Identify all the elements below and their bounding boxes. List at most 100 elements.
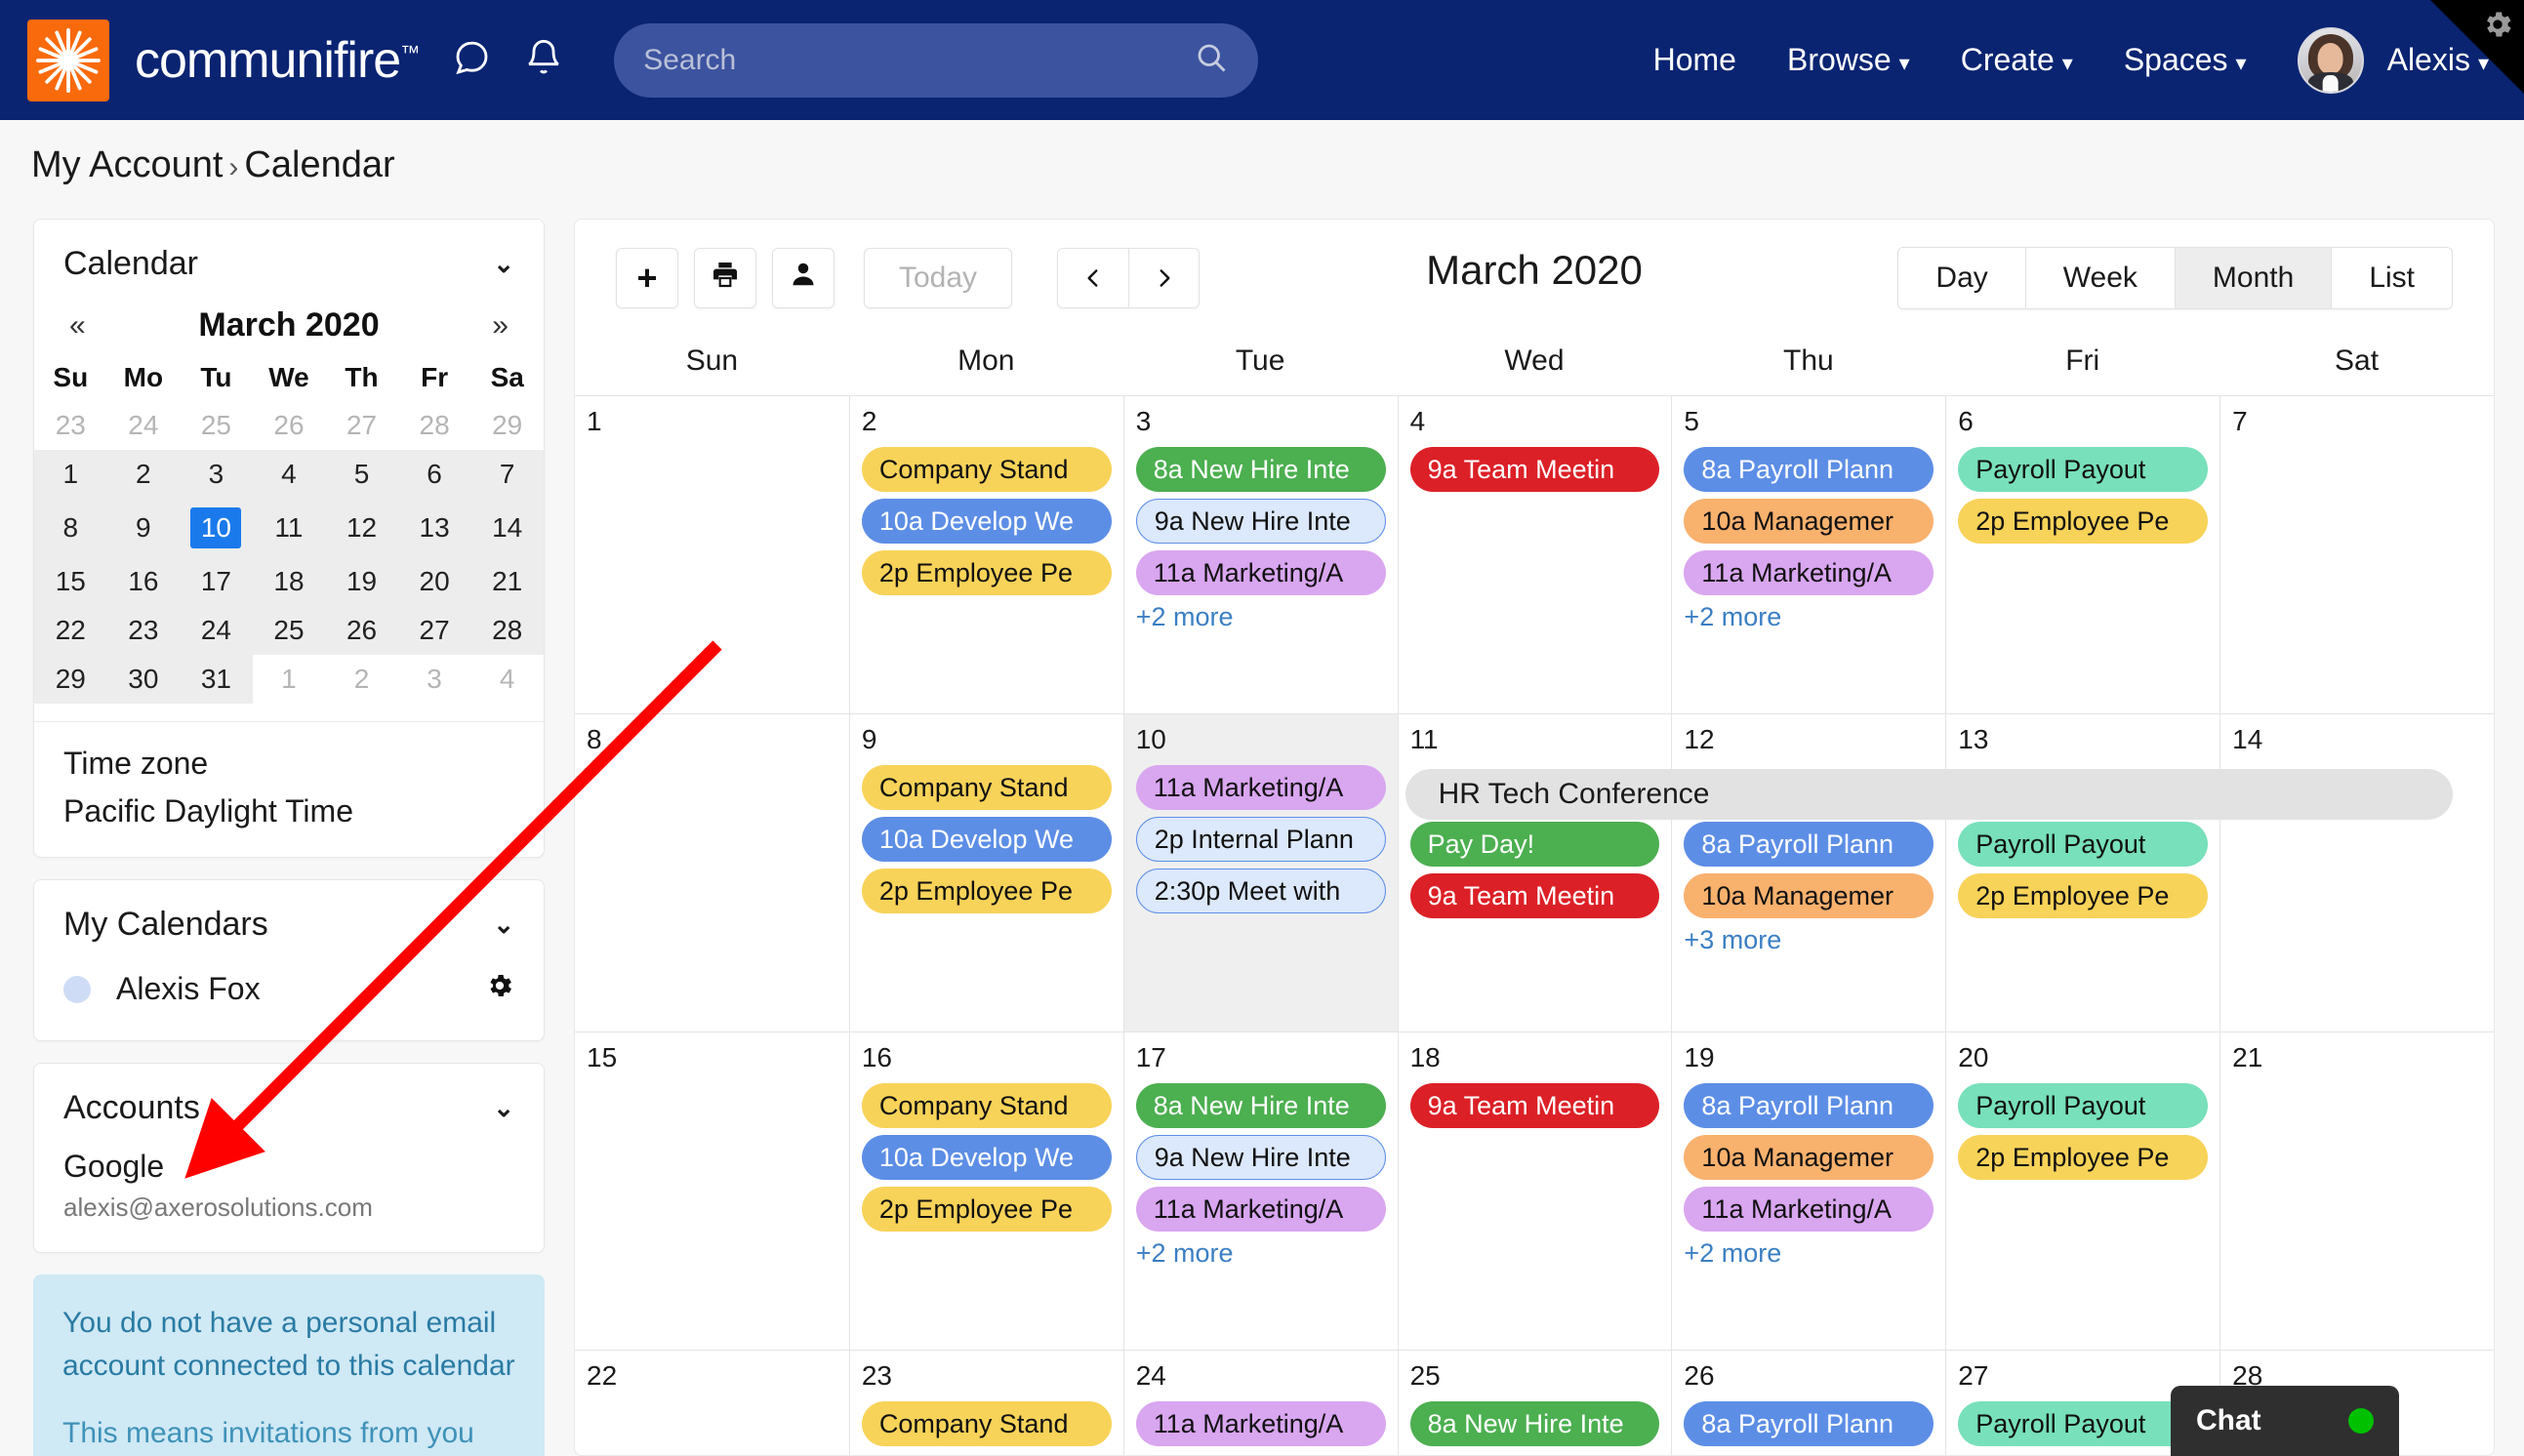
calendar-day-cell-1[interactable]: 1 <box>575 396 849 713</box>
mini-calendar-day-14[interactable]: 14 <box>470 499 544 557</box>
chevron-down-icon[interactable]: ⌄ <box>493 249 514 279</box>
mini-calendar-day-9[interactable]: 9 <box>106 499 181 557</box>
calendar-event-pill[interactable]: 8a New Hire Inte <box>1409 1401 1660 1446</box>
brand-name[interactable]: communifire™ <box>135 31 420 90</box>
calendar-event-pill[interactable]: 2p Employee Pe <box>861 550 1112 595</box>
calendar-event-pill[interactable]: 2:30p Meet with <box>1135 869 1386 913</box>
calendar-day-cell-7[interactable]: 7 <box>2219 396 2494 713</box>
mini-calendar-day-17[interactable]: 17 <box>180 557 253 606</box>
calendar-day-cell-8[interactable]: 8 <box>575 714 849 1031</box>
calendar-view-month[interactable]: Month <box>2174 248 2332 308</box>
calendar-day-cell-9[interactable]: 9 Company Stand 10a Develop We 2p Employee … <box>848 714 1123 1031</box>
calendar-day-cell-21[interactable]: 21 <box>2219 1032 2494 1350</box>
calendar-event-pill[interactable]: 9a Team Meetin <box>1409 447 1660 492</box>
account-item-google[interactable]: Google alexis@axerosolutions.com <box>34 1145 544 1252</box>
mini-calendar-day-21[interactable]: 21 <box>470 557 544 606</box>
calendar-event-pill[interactable]: 8a New Hire Inte <box>1135 447 1386 492</box>
mini-calendar-day-6[interactable]: 6 <box>397 450 471 499</box>
calendar-event-pill[interactable]: Company Stand <box>861 765 1112 810</box>
calendar-event-pill[interactable]: 2p Employee Pe <box>1958 499 2209 544</box>
calendar-more-events-link[interactable]: +2 more <box>1136 1238 1386 1269</box>
mini-calendar-day-4[interactable]: 4 <box>252 450 326 499</box>
mini-calendar-day-2[interactable]: 2 <box>325 655 398 704</box>
calendar-event-pill[interactable]: 9a New Hire Inte <box>1135 499 1386 544</box>
mini-calendar-day-30[interactable]: 30 <box>106 655 181 704</box>
calendar-event-pill[interactable]: 2p Employee Pe <box>1958 1135 2209 1180</box>
mini-calendar-day-1[interactable]: 1 <box>34 450 107 499</box>
mini-calendar-day-15[interactable]: 15 <box>34 557 107 606</box>
calendar-event-pill[interactable]: 2p Employee Pe <box>1958 873 2209 918</box>
calendar-event-pill[interactable]: Company Stand <box>861 1401 1112 1446</box>
calendar-event-pill[interactable]: Pay Day! <box>1409 822 1660 867</box>
gear-icon[interactable] <box>2481 8 2514 49</box>
calendar-day-cell-5[interactable]: 5 8a Payroll Plann 10a Managemer 11a Market… <box>1671 396 1945 713</box>
search-input[interactable] <box>643 43 1195 77</box>
mini-calendar-day-24[interactable]: 24 <box>180 606 253 655</box>
my-calendar-item[interactable]: Alexis Fox <box>34 961 544 1040</box>
calendar-day-cell-2[interactable]: 2 Company Stand 10a Develop We 2p Employee … <box>848 396 1123 713</box>
today-button[interactable]: Today <box>864 248 1012 308</box>
calendar-event-pill[interactable]: 11a Marketing/A <box>1135 1401 1386 1446</box>
mini-calendar-day-18[interactable]: 18 <box>252 557 326 606</box>
calendar-event-pill[interactable]: Company Stand <box>861 1083 1112 1128</box>
attendees-button[interactable] <box>772 248 835 308</box>
calendar-event-pill[interactable]: 9a Team Meetin <box>1409 873 1660 918</box>
calendar-more-events-link[interactable]: +3 more <box>1684 925 1934 955</box>
calendar-day-cell-26[interactable]: 26 8a Payroll Plann <box>1671 1351 1945 1455</box>
add-event-button[interactable]: + <box>616 248 678 308</box>
mini-calendar-day-20[interactable]: 20 <box>397 557 471 606</box>
calendar-event-pill[interactable]: 11a Marketing/A <box>1135 765 1386 810</box>
calendar-event-pill[interactable]: 11a Marketing/A <box>1684 550 1934 595</box>
calendar-view-week[interactable]: Week <box>2024 248 2175 308</box>
mini-calendar-day-3[interactable]: 3 <box>180 450 253 499</box>
mini-calendar-next-button[interactable]: » <box>492 309 509 343</box>
calendar-day-cell-17[interactable]: 17 8a New Hire Inte 9a New Hire Inte 11a Ma… <box>1122 1032 1398 1350</box>
calendar-event-pill[interactable]: 10a Develop We <box>861 1135 1112 1180</box>
mini-calendar-day-29[interactable]: 29 <box>34 655 107 704</box>
mini-calendar-day-4[interactable]: 4 <box>470 655 544 704</box>
mini-calendar-day-7[interactable]: 7 <box>470 450 544 499</box>
calendar-view-day[interactable]: Day <box>1898 248 2025 308</box>
calendar-day-cell-14[interactable]: 14 <box>2219 714 2494 1031</box>
mini-calendar-day-19[interactable]: 19 <box>325 557 398 606</box>
mini-calendar-day-10[interactable]: 10 <box>180 499 253 557</box>
calendar-event-pill[interactable]: Payroll Payout <box>1958 822 2209 867</box>
calendar-widget-header[interactable]: Calendar ⌄ <box>34 220 544 301</box>
mini-calendar-day-8[interactable]: 8 <box>34 499 107 557</box>
calendar-event-pill[interactable]: Payroll Payout <box>1958 1083 2209 1128</box>
breadcrumb-root[interactable]: My Account <box>31 144 223 185</box>
chat-bubble-icon[interactable] <box>452 38 491 82</box>
print-button[interactable] <box>694 248 756 308</box>
search-icon[interactable] <box>1194 40 1229 80</box>
mini-calendar-day-5[interactable]: 5 <box>325 450 398 499</box>
nav-item-spaces[interactable]: Spaces ▾ <box>2124 42 2247 78</box>
mini-calendar-day-26[interactable]: 26 <box>253 401 326 450</box>
mini-calendar-day-29[interactable]: 29 <box>470 401 544 450</box>
calendar-day-cell-20[interactable]: 20 Payroll Payout 2p Employee Pe <box>1945 1032 2219 1350</box>
calendar-event-pill[interactable]: 11a Marketing/A <box>1684 1187 1934 1232</box>
mini-calendar-day-23[interactable]: 23 <box>34 401 107 450</box>
calendar-day-cell-22[interactable]: 22 <box>575 1351 849 1455</box>
mini-calendar-day-13[interactable]: 13 <box>397 499 471 557</box>
calendar-day-cell-12[interactable]: 12 8a Payroll Plann 10a Managemer +3 more <box>1671 714 1945 1031</box>
my-calendars-header[interactable]: My Calendars ⌄ <box>34 880 544 961</box>
mini-calendar-day-25[interactable]: 25 <box>180 401 253 450</box>
user-menu[interactable]: Alexis ▾ <box>2387 42 2489 78</box>
mini-calendar-day-27[interactable]: 27 <box>397 606 471 655</box>
calendar-event-pill[interactable]: 9a Team Meetin <box>1409 1083 1660 1128</box>
calendar-more-events-link[interactable]: +2 more <box>1136 602 1386 632</box>
calendar-prev-button[interactable] <box>1058 249 1128 307</box>
calendar-day-cell-24[interactable]: 24 11a Marketing/A <box>1122 1351 1398 1455</box>
communifire-logo-icon[interactable] <box>27 19 109 101</box>
calendar-event-pill[interactable]: 8a Payroll Plann <box>1684 1401 1934 1446</box>
calendar-day-cell-3[interactable]: 3 8a New Hire Inte 9a New Hire Inte 11a Mar… <box>1122 396 1398 713</box>
calendar-more-events-link[interactable]: +2 more <box>1684 1238 1934 1269</box>
calendar-event-pill[interactable]: 8a Payroll Plann <box>1684 1083 1934 1128</box>
calendar-event-pill[interactable]: Company Stand <box>861 447 1112 492</box>
accounts-header[interactable]: Accounts ⌄ <box>34 1064 544 1145</box>
calendar-day-cell-4[interactable]: 4 9a Team Meetin <box>1397 396 1672 713</box>
calendar-day-cell-15[interactable]: 15 <box>575 1032 849 1350</box>
nav-item-browse[interactable]: Browse ▾ <box>1787 42 1910 78</box>
calendar-event-pill[interactable]: 11a Marketing/A <box>1135 550 1386 595</box>
calendar-day-cell-16[interactable]: 16 Company Stand 10a Develop We 2p Employee… <box>848 1032 1123 1350</box>
